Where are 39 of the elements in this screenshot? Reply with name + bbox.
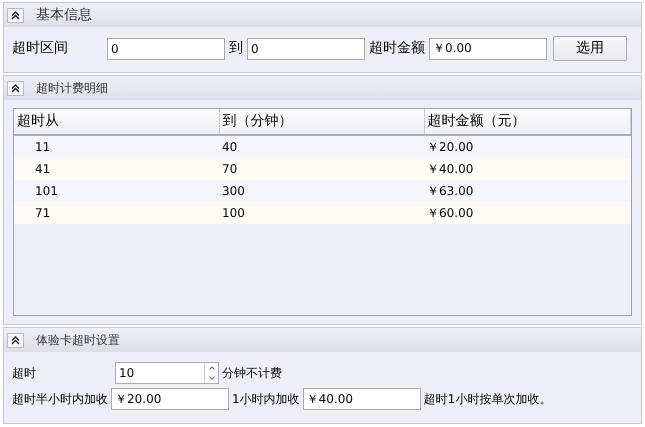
timeout-spinner[interactable]: 10 [115,362,219,384]
column-header[interactable]: 超时金额（元） [424,109,630,135]
from-field[interactable]: 0 [107,38,225,60]
table-cell: 70 [222,162,238,176]
panel-title: 超时计费明细 [36,80,108,97]
table-cell: 300 [222,184,245,198]
collapse-toggle[interactable] [7,332,24,348]
collapse-icon [11,10,20,20]
table-cell: 71 [35,206,50,220]
table-cell: 40 [222,140,238,154]
table-cell: 41 [35,162,50,176]
table-cell: ￥63.00 [427,184,474,198]
panel-title: 体验卡超时设置 [36,332,120,349]
table-cell: ￥20.00 [427,140,474,154]
collapse-icon [11,84,20,92]
field-label: 超时 [12,365,37,382]
field-label: 超时区间 [12,39,69,58]
table-cell: 100 [222,206,245,220]
hour-fee-field[interactable]: ￥40.00 [302,388,421,410]
table-cell: 101 [35,184,58,198]
field-label: 到 [229,39,243,58]
field-label: 1小时内加收 [232,391,300,408]
collapse-icon [11,336,20,344]
to-field[interactable]: 0 [247,38,365,60]
table-cell: ￥40.00 [427,162,474,176]
amount-field[interactable]: ￥0.00 [429,38,547,60]
column-header[interactable]: 到（分钟） [219,109,424,135]
collapse-toggle[interactable] [7,80,24,96]
half-hour-fee-field[interactable]: ￥20.00 [111,388,229,410]
collapse-toggle[interactable] [7,8,24,22]
field-label: 分钟不计费 [222,365,282,382]
column-header[interactable]: 超时从 [14,109,219,135]
note-text: 超时1小时按单次加收。 [424,391,552,408]
panel-title: 基本信息 [36,6,92,24]
field-label: 超时金额 [369,39,425,58]
select-button[interactable]: 选用 [553,36,627,61]
field-label: 超时半小时内加收 [12,391,108,408]
table-cell: ￥60.00 [427,206,474,220]
table-cell: 11 [35,140,50,154]
